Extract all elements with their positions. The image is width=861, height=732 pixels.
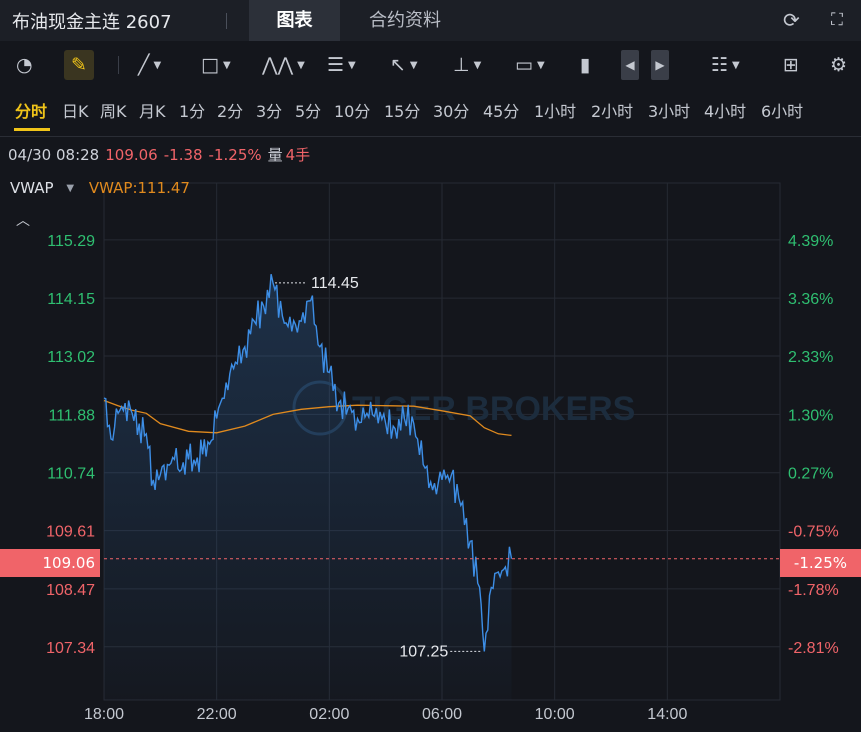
period-tab[interactable]: 1分 bbox=[179, 98, 205, 122]
x-tick-label: 22:00 bbox=[197, 706, 237, 723]
y-axis-right: 4.39% 3.36% 2.33% 1.30% 0.27% -0.75% -1.78% -2.… bbox=[788, 233, 839, 657]
quote-change-pct: -1.25% bbox=[208, 146, 262, 164]
header-bar: 布油现金主连 2607 图表 合约资料 ⟳ ⛶ bbox=[0, 0, 861, 41]
indicator-dropdown-icon[interactable]: ▼ bbox=[66, 183, 74, 194]
vertical-line-icon[interactable]: ⊥ ▼ bbox=[453, 50, 481, 80]
period-tab[interactable]: 月K bbox=[139, 98, 166, 122]
section-divider bbox=[0, 136, 861, 137]
toolbar-divider bbox=[118, 56, 119, 74]
x-tick-label: 18:00 bbox=[84, 706, 124, 723]
next-icon[interactable]: ▶ bbox=[651, 50, 669, 80]
text-icon[interactable]: ▭ ▼ bbox=[515, 50, 545, 80]
quote-price: 109.06 bbox=[105, 146, 158, 164]
y-tick-pct-label: -1.78% bbox=[788, 582, 839, 599]
indicator-row: VWAP ▼ VWAP:111.47 bbox=[10, 179, 190, 197]
line-draw-icon[interactable]: ╱ ▼ bbox=[138, 50, 161, 80]
y-tick-label: 109.61 bbox=[46, 524, 95, 541]
period-tab[interactable]: 15分 bbox=[384, 98, 420, 122]
quote-volume: 4手 bbox=[285, 146, 311, 164]
y-tick-pct-label: 0.27% bbox=[788, 466, 833, 483]
header-divider bbox=[226, 13, 227, 29]
y-tick-pct-label: 3.36% bbox=[788, 291, 833, 308]
grid-icon[interactable]: ⊞ bbox=[783, 50, 799, 80]
period-tab[interactable]: 日K bbox=[62, 98, 89, 122]
vwap-value: VWAP:111.47 bbox=[88, 179, 190, 197]
layout-list-icon[interactable]: ☷ ▼ bbox=[711, 50, 740, 80]
y-axis-left: 115.29 114.15 113.02 111.88 110.74 109.61 108.… bbox=[46, 233, 95, 657]
pencil-icon[interactable]: ✎ bbox=[64, 50, 94, 80]
y-tick-label: 108.47 bbox=[46, 582, 95, 599]
gauge-icon[interactable]: ◔ bbox=[16, 50, 33, 80]
x-tick-label: 06:00 bbox=[422, 706, 462, 723]
expand-icon[interactable]: ⛶ bbox=[831, 10, 843, 30]
tab-chart[interactable]: 图表 bbox=[249, 0, 340, 41]
x-tick-label: 14:00 bbox=[647, 706, 687, 723]
drawing-toolbar: ◔ ✎ ╱ ▼ □ ▼ ⋀⋀ ▼ ☰ ▼ ↖ ▼ ⊥ ▼ ▭ ▼ ▮ ◀ ▶ ☷ ▼ ⊞ ⚙ bbox=[0, 41, 861, 89]
y-tick-label: 110.74 bbox=[47, 466, 95, 483]
svg-text:TIGER BROKERS: TIGER BROKERS bbox=[352, 390, 635, 428]
low-label: 107.25 bbox=[399, 643, 448, 660]
instrument-title: 布油现金主连 2607 bbox=[12, 12, 172, 33]
y-tick-label: 107.34 bbox=[46, 640, 95, 657]
y-tick-pct-label: -0.75% bbox=[788, 524, 839, 541]
fib-icon[interactable]: ☰ ▼ bbox=[327, 50, 356, 80]
period-tab[interactable]: 10分 bbox=[334, 98, 370, 122]
indicator-selector[interactable]: VWAP bbox=[10, 179, 54, 197]
refresh-icon[interactable]: ⟳ bbox=[783, 8, 800, 32]
period-tab[interactable]: 5分 bbox=[295, 98, 321, 122]
x-axis: 18:00 22:00 02:00 06:00 10:00 14:00 bbox=[84, 706, 687, 723]
period-tab[interactable]: 1小时 bbox=[534, 98, 576, 122]
y-tick-label: 113.02 bbox=[47, 349, 95, 366]
period-tab[interactable]: 2分 bbox=[217, 98, 243, 122]
collapse-icon[interactable]: ︿ bbox=[16, 210, 30, 230]
period-tab[interactable]: 周K bbox=[100, 98, 127, 122]
prev-icon[interactable]: ◀ bbox=[621, 50, 639, 80]
candle-icon[interactable]: ▮ bbox=[580, 50, 590, 80]
settings-icon[interactable]: ⚙ bbox=[830, 50, 847, 80]
period-tab[interactable]: 30分 bbox=[433, 98, 469, 122]
period-tab[interactable]: 3分 bbox=[256, 98, 282, 122]
y-tick-label: 111.88 bbox=[48, 407, 95, 424]
period-tab[interactable]: 3小时 bbox=[648, 98, 690, 122]
volume-label: 量 bbox=[267, 146, 283, 164]
quote-line: 04/30 08:28 109.06 -1.38 -1.25% 量 4手 bbox=[8, 144, 316, 165]
high-label: 114.45 bbox=[311, 275, 359, 292]
y-tick-pct-label: 1.30% bbox=[788, 407, 833, 424]
tab-contract-info[interactable]: 合约资料 bbox=[350, 0, 460, 41]
pattern-icon[interactable]: ⋀⋀ ▼ bbox=[262, 50, 305, 80]
period-tab[interactable]: 45分 bbox=[483, 98, 519, 122]
x-tick-label: 02:00 bbox=[309, 706, 349, 723]
quote-datetime: 04/30 08:28 bbox=[8, 146, 100, 164]
y-tick-label: 115.29 bbox=[47, 233, 95, 250]
y-tick-pct-label: 2.33% bbox=[788, 349, 833, 366]
period-tab[interactable]: 分时 bbox=[15, 98, 47, 122]
price-area-fill bbox=[104, 274, 512, 700]
y-tick-pct-label: -2.81% bbox=[788, 640, 839, 657]
arrow-icon[interactable]: ↖ ▼ bbox=[390, 50, 418, 80]
current-price-tag: 109.06 bbox=[0, 549, 100, 577]
period-underline bbox=[14, 128, 50, 131]
period-selector: 分时 日K 周K 月K 1分 2分 3分 5分 10分 15分 30分 45分 … bbox=[0, 90, 861, 130]
y-tick-pct-label: 4.39% bbox=[788, 233, 833, 250]
current-pct-tag: -1.25% bbox=[780, 549, 861, 577]
quote-change: -1.38 bbox=[163, 146, 203, 164]
period-tab[interactable]: 4小时 bbox=[704, 98, 746, 122]
price-area bbox=[104, 274, 512, 700]
period-tab[interactable]: 2小时 bbox=[591, 98, 633, 122]
period-tab[interactable]: 6小时 bbox=[761, 98, 803, 122]
x-tick-label: 10:00 bbox=[535, 706, 575, 723]
y-tick-label: 114.15 bbox=[47, 291, 95, 308]
rectangle-icon[interactable]: □ ▼ bbox=[201, 50, 231, 80]
